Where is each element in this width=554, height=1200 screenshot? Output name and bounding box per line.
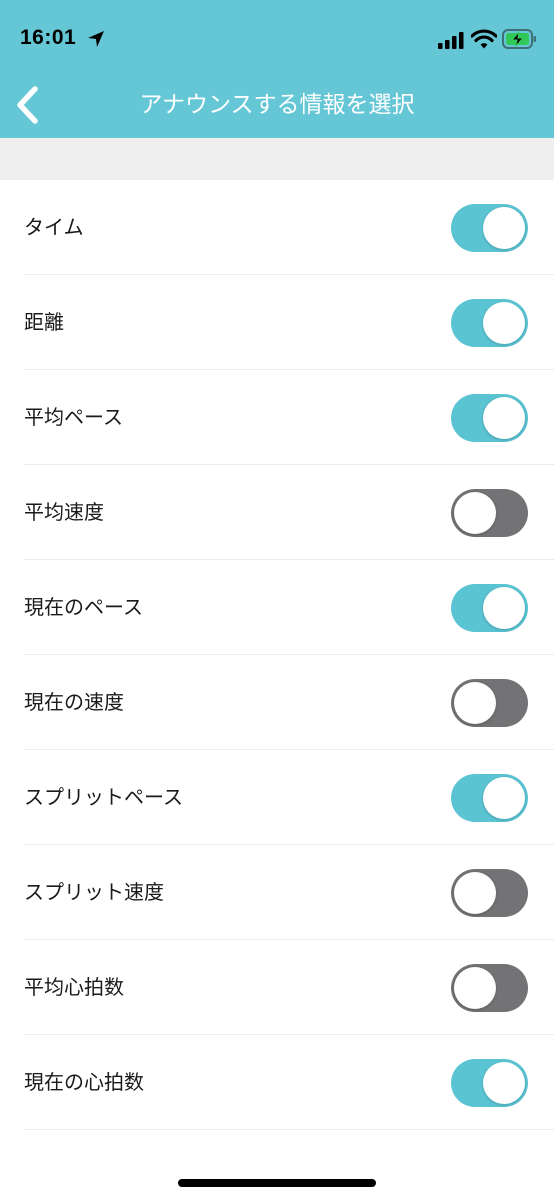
toggle-switch[interactable] bbox=[451, 964, 528, 1012]
toggle-switch[interactable] bbox=[451, 489, 528, 537]
setting-row-current-heart-rate: 現在の心拍数 bbox=[0, 1035, 554, 1130]
battery-charging-icon bbox=[502, 29, 536, 49]
setting-label: 平均ペース bbox=[24, 405, 123, 429]
toggle-knob bbox=[483, 777, 525, 819]
setting-row-split-speed: スプリット速度 bbox=[0, 845, 554, 940]
toggle-knob bbox=[483, 587, 525, 629]
page-title: アナウンスする情報を選択 bbox=[139, 92, 415, 118]
location-arrow-icon bbox=[88, 31, 104, 47]
setting-label: 現在の心拍数 bbox=[24, 1070, 144, 1094]
toggle-switch[interactable] bbox=[451, 679, 528, 727]
toggle-switch[interactable] bbox=[451, 394, 528, 442]
setting-row-average-pace: 平均ペース bbox=[0, 370, 554, 465]
setting-row-time: タイム bbox=[0, 180, 554, 275]
toggle-switch[interactable] bbox=[451, 584, 528, 632]
toggle-knob bbox=[483, 1062, 525, 1104]
toggle-switch[interactable] bbox=[451, 774, 528, 822]
setting-label: スプリットペース bbox=[24, 785, 183, 809]
toggle-knob bbox=[483, 207, 525, 249]
wifi-icon bbox=[471, 29, 497, 49]
setting-label: スプリット速度 bbox=[24, 880, 164, 904]
toggle-switch[interactable] bbox=[451, 1059, 528, 1107]
toggle-knob bbox=[454, 967, 496, 1009]
setting-label: 現在のペース bbox=[24, 595, 143, 619]
setting-label: 現在の速度 bbox=[24, 690, 124, 714]
setting-label: 距離 bbox=[24, 310, 64, 334]
setting-row-current-speed: 現在の速度 bbox=[0, 655, 554, 750]
section-header-band bbox=[0, 138, 554, 180]
home-indicator bbox=[178, 1179, 376, 1187]
setting-row-distance: 距離 bbox=[0, 275, 554, 370]
setting-row-average-speed: 平均速度 bbox=[0, 465, 554, 560]
toggle-knob bbox=[483, 302, 525, 344]
setting-label: 平均速度 bbox=[24, 500, 104, 524]
setting-row-current-pace: 現在のペース bbox=[0, 560, 554, 655]
header-bar: 16:01 アナウンスする情報を選択 bbox=[0, 0, 554, 138]
toggle-knob bbox=[454, 492, 496, 534]
toggle-knob bbox=[454, 872, 496, 914]
announcement-settings-list: タイム 距離 平均ペース 平均速度 現在のペース 現在の速度 スプリットペース … bbox=[0, 180, 554, 1130]
toggle-switch[interactable] bbox=[451, 204, 528, 252]
cellular-signal-icon bbox=[438, 32, 464, 49]
setting-label: 平均心拍数 bbox=[24, 975, 124, 999]
toggle-knob bbox=[454, 682, 496, 724]
setting-label: タイム bbox=[24, 215, 84, 239]
setting-row-split-pace: スプリットペース bbox=[0, 750, 554, 845]
status-time: 16:01 bbox=[20, 26, 77, 49]
setting-row-average-heart-rate: 平均心拍数 bbox=[0, 940, 554, 1035]
toggle-switch[interactable] bbox=[451, 869, 528, 917]
toggle-knob bbox=[483, 397, 525, 439]
toggle-switch[interactable] bbox=[451, 299, 528, 347]
